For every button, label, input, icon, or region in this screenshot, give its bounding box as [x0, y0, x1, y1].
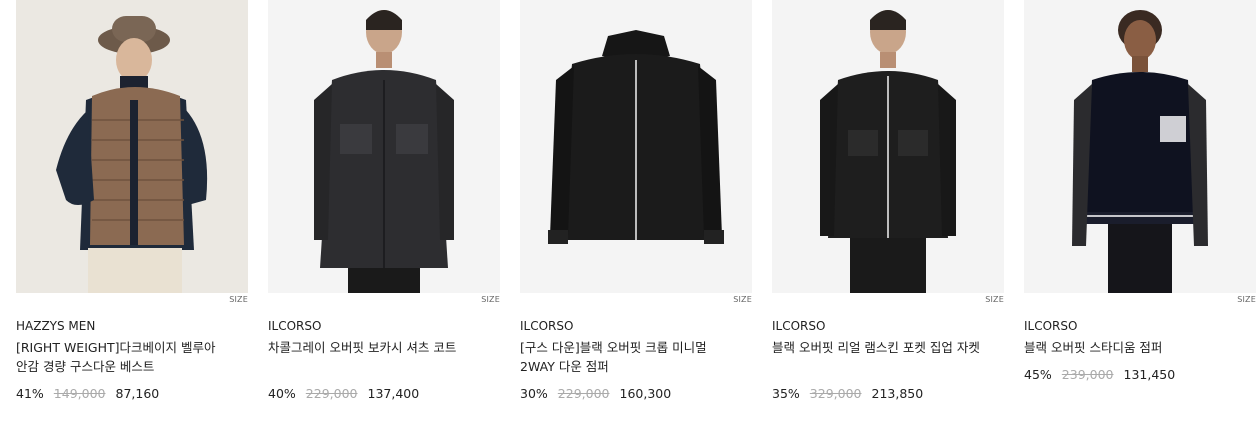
brand-name[interactable]: ILCORSO [268, 319, 321, 333]
product-name[interactable]: [구스 다운]블랙 오버핏 크롭 미니멀 2WAY 다운 점퍼 [520, 338, 730, 376]
product-name[interactable]: 블랙 오버핏 리얼 램스킨 포켓 집업 자켓 [772, 338, 982, 357]
product-image[interactable] [1024, 0, 1256, 293]
sale-price: 131,450 [1123, 367, 1176, 382]
original-price: 229,000 [557, 386, 610, 401]
price-row: 40% 229,000 137,400 [268, 386, 419, 401]
size-label[interactable]: SIZE [985, 295, 1004, 304]
size-label[interactable]: SIZE [481, 295, 500, 304]
product-grid: SIZE HAZZYS MEN [RIGHT WEIGHT]다크베이지 벨루아 … [16, 0, 1256, 440]
size-label[interactable]: SIZE [733, 295, 752, 304]
leather-jacket-model-icon [772, 0, 1004, 293]
original-price: 149,000 [53, 386, 106, 401]
sale-price: 213,850 [871, 386, 924, 401]
puffer-vest-model-icon [16, 0, 248, 293]
product-image[interactable] [16, 0, 248, 293]
original-price: 239,000 [1061, 367, 1114, 382]
down-jacket-icon [520, 0, 752, 293]
sale-price: 87,160 [115, 386, 160, 401]
brand-name[interactable]: ILCORSO [520, 319, 573, 333]
product-image[interactable] [520, 0, 752, 293]
price-row: 35% 329,000 213,850 [772, 386, 923, 401]
original-price: 229,000 [305, 386, 358, 401]
product-name[interactable]: 차콜그레이 오버핏 보카시 셔츠 코트 [268, 338, 478, 357]
sale-price: 137,400 [367, 386, 420, 401]
stadium-jumper-model-icon [1024, 0, 1256, 293]
discount-rate: 41% [16, 386, 44, 401]
discount-rate: 45% [1024, 367, 1052, 382]
product-card[interactable]: SIZE HAZZYS MEN [RIGHT WEIGHT]다크베이지 벨루아 … [16, 0, 248, 440]
discount-rate: 40% [268, 386, 296, 401]
product-image[interactable] [772, 0, 1004, 293]
size-label[interactable]: SIZE [229, 295, 248, 304]
product-card[interactable]: SIZE ILCORSO 블랙 오버핏 스타디움 점퍼 45% 239,000 13… [1024, 0, 1256, 440]
brand-name[interactable]: HAZZYS MEN [16, 319, 95, 333]
sale-price: 160,300 [619, 386, 672, 401]
size-label[interactable]: SIZE [1237, 295, 1256, 304]
price-row: 30% 229,000 160,300 [520, 386, 671, 401]
product-card[interactable]: SIZE ILCORSO 블랙 오버핏 리얼 램스킨 포켓 집업 자켓 35% 3… [772, 0, 1004, 440]
price-row: 45% 239,000 131,450 [1024, 367, 1175, 382]
brand-name[interactable]: ILCORSO [1024, 319, 1077, 333]
product-card[interactable]: SIZE ILCORSO [구스 다운]블랙 오버핏 크롭 미니멀 2WAY 다… [520, 0, 752, 440]
shirt-coat-model-icon [268, 0, 500, 293]
product-image[interactable] [268, 0, 500, 293]
discount-rate: 30% [520, 386, 548, 401]
product-name[interactable]: [RIGHT WEIGHT]다크베이지 벨루아 안감 경량 구스다운 베스트 [16, 338, 226, 376]
discount-rate: 35% [772, 386, 800, 401]
original-price: 329,000 [809, 386, 862, 401]
product-name[interactable]: 블랙 오버핏 스타디움 점퍼 [1024, 338, 1234, 357]
price-row: 41% 149,000 87,160 [16, 386, 159, 401]
product-card[interactable]: SIZE ILCORSO 차콜그레이 오버핏 보카시 셔츠 코트 40% 229,… [268, 0, 500, 440]
brand-name[interactable]: ILCORSO [772, 319, 825, 333]
